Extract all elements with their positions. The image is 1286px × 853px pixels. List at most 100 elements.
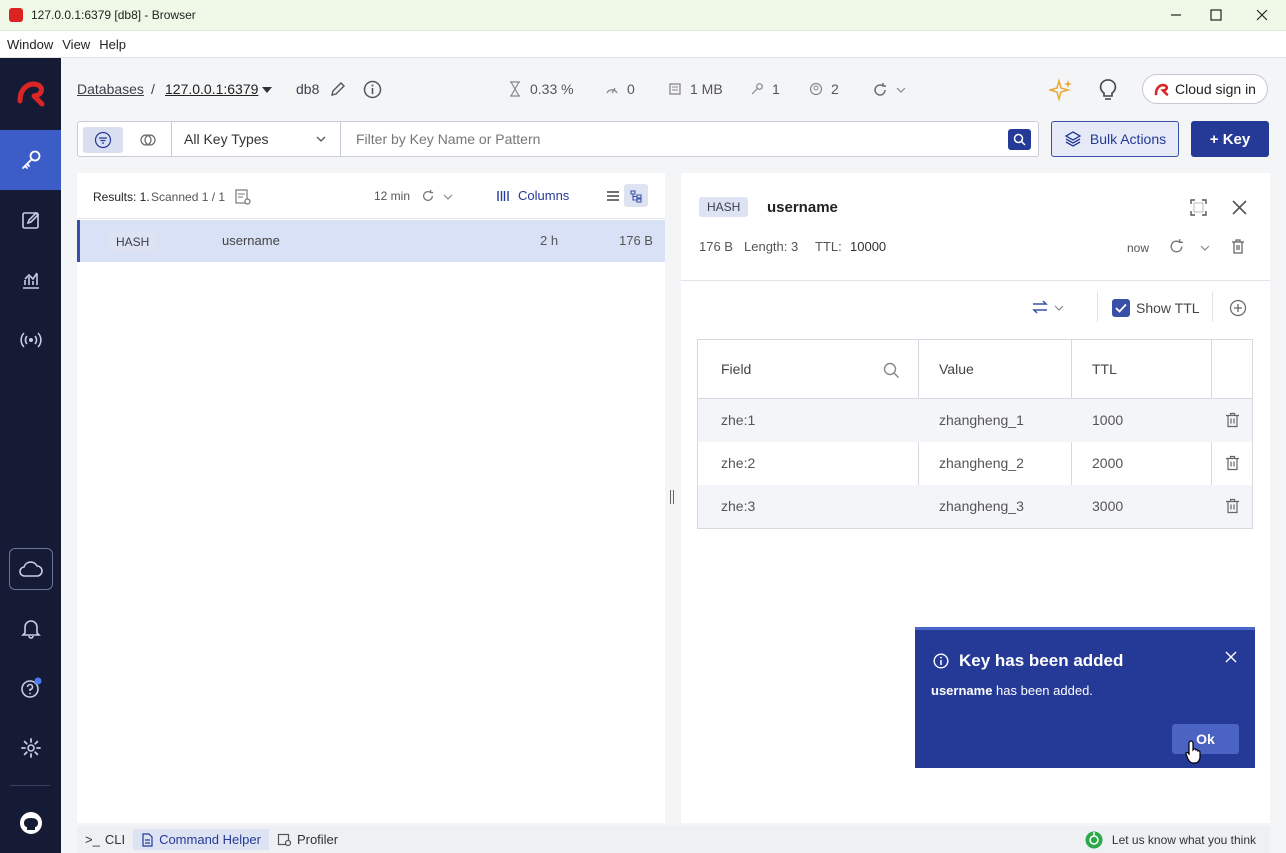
add-field-icon[interactable] xyxy=(1229,299,1247,317)
toolbar-divider xyxy=(1212,292,1213,322)
sidebar-item-cloud[interactable] xyxy=(0,539,61,599)
table-row[interactable]: zhe:1 zhangheng_1 1000 xyxy=(698,399,1252,442)
sidebar-item-workbench[interactable] xyxy=(0,190,61,250)
ok-button[interactable]: Ok xyxy=(1172,724,1239,754)
refresh-icon[interactable] xyxy=(872,82,888,98)
search-icon[interactable] xyxy=(883,362,900,379)
detail-key-name[interactable]: username xyxy=(767,199,838,216)
trash-icon[interactable] xyxy=(1225,498,1240,514)
scan-settings-icon[interactable] xyxy=(234,188,252,206)
db-index: db8 xyxy=(296,81,320,97)
chevron-down-icon[interactable] xyxy=(443,193,453,201)
columns-button[interactable]: Columns xyxy=(496,188,569,203)
menu-window[interactable]: Window xyxy=(7,37,53,52)
close-icon[interactable] xyxy=(1225,651,1237,663)
command-helper-tab[interactable]: Command Helper xyxy=(133,829,269,850)
filter-mode-toggle[interactable] xyxy=(83,127,123,153)
trash-icon[interactable] xyxy=(1225,455,1240,471)
detail-ttl-value[interactable]: 10000 xyxy=(850,239,886,254)
clients-stat: 2 xyxy=(831,81,839,97)
value-cell[interactable]: zhangheng_3 xyxy=(939,498,1024,514)
chevron-down-icon[interactable] xyxy=(261,86,273,94)
bulk-actions-button[interactable]: Bulk Actions xyxy=(1051,121,1179,157)
feedback-link[interactable]: Let us know what you think xyxy=(1077,829,1264,850)
show-ttl-label[interactable]: Show TTL xyxy=(1136,300,1200,316)
minimize-icon[interactable] xyxy=(1162,4,1190,26)
maximize-icon[interactable] xyxy=(1202,4,1230,26)
menu-help[interactable]: Help xyxy=(99,37,126,52)
sparkle-icon[interactable] xyxy=(1049,78,1073,102)
cpu-stat: 0.33 % xyxy=(530,81,574,97)
sidebar-item-browser[interactable] xyxy=(0,130,61,190)
vector-search-icon xyxy=(140,134,156,146)
show-ttl-checkbox[interactable] xyxy=(1112,299,1130,317)
layers-icon xyxy=(1064,131,1082,147)
pencil-icon[interactable] xyxy=(330,81,346,97)
ttl-cell[interactable]: 1000 xyxy=(1092,412,1123,428)
ops-icon xyxy=(606,87,618,94)
close-window-icon[interactable] xyxy=(1248,4,1276,26)
field-cell[interactable]: zhe:2 xyxy=(721,455,755,471)
tree-view-button[interactable] xyxy=(624,184,648,207)
details-divider xyxy=(681,280,1270,281)
info-icon xyxy=(933,653,949,669)
search-mode-toggle[interactable] xyxy=(128,127,168,153)
ttl-cell[interactable]: 2000 xyxy=(1092,455,1123,471)
field-cell[interactable]: zhe:1 xyxy=(721,412,755,428)
profiler-tab[interactable]: Profiler xyxy=(269,829,346,850)
format-swap-icon[interactable] xyxy=(1031,299,1049,315)
sidebar-item-analysis[interactable] xyxy=(0,250,61,310)
help-icon xyxy=(20,677,41,698)
key-type-select[interactable]: All Key Types xyxy=(171,122,341,156)
bell-icon xyxy=(20,620,41,639)
toolbar-divider xyxy=(1097,292,1098,322)
add-key-button[interactable]: + Key xyxy=(1191,121,1269,157)
value-cell[interactable]: zhangheng_1 xyxy=(939,412,1024,428)
refresh-icon[interactable] xyxy=(1168,238,1185,255)
document-icon xyxy=(142,832,153,847)
sidebar-item-pubsub[interactable] xyxy=(0,310,61,370)
table-row[interactable]: HASH username 2 h 176 B xyxy=(77,220,665,262)
profiler-icon xyxy=(277,833,292,846)
lightbulb-icon[interactable] xyxy=(1098,78,1118,102)
sidebar-item-github[interactable] xyxy=(0,793,61,853)
info-icon[interactable] xyxy=(363,80,382,99)
ttl-cell[interactable]: 3000 xyxy=(1092,498,1123,514)
chevron-down-icon[interactable] xyxy=(1200,244,1210,252)
close-icon[interactable] xyxy=(1232,200,1247,215)
sidebar-item-settings[interactable] xyxy=(0,718,61,778)
trash-icon[interactable] xyxy=(1225,412,1240,428)
breadcrumb-databases[interactable]: Databases xyxy=(77,81,144,97)
menu-view[interactable]: View xyxy=(62,37,90,52)
command-helper-label: Command Helper xyxy=(159,832,261,847)
tree-view-icon xyxy=(630,189,642,203)
memory-icon xyxy=(669,83,681,95)
redis-logo-icon[interactable] xyxy=(0,68,61,118)
value-cell[interactable]: zhangheng_2 xyxy=(939,455,1024,471)
sidebar-item-notifications[interactable] xyxy=(0,598,61,658)
refresh-icon[interactable] xyxy=(421,189,435,203)
breadcrumb-host[interactable]: 127.0.0.1:6379 xyxy=(165,81,258,97)
table-row[interactable]: zhe:3 zhangheng_3 3000 xyxy=(698,485,1252,528)
cloud-signin-button[interactable]: Cloud sign in xyxy=(1142,74,1268,104)
value-column-header[interactable]: Value xyxy=(939,361,974,377)
sidebar-item-help[interactable] xyxy=(0,658,61,718)
chart-icon xyxy=(22,272,39,289)
hand-cursor-icon xyxy=(1185,740,1201,764)
field-column-header[interactable]: Field xyxy=(721,361,751,377)
keys-icon xyxy=(751,83,763,95)
field-cell[interactable]: zhe:3 xyxy=(721,498,755,514)
key-filter-input[interactable] xyxy=(342,122,1002,156)
chevron-down-icon[interactable] xyxy=(896,86,906,94)
panel-resize-handle[interactable] xyxy=(670,490,674,504)
cli-tab[interactable]: >_ CLI xyxy=(77,829,133,850)
trash-icon[interactable] xyxy=(1230,238,1246,255)
chevron-down-icon[interactable] xyxy=(1054,304,1064,312)
cloud-signin-label: Cloud sign in xyxy=(1175,81,1256,97)
ttl-column-header[interactable]: TTL xyxy=(1092,361,1117,377)
list-view-icon[interactable] xyxy=(605,189,621,203)
search-button[interactable] xyxy=(1008,129,1031,150)
gear-icon xyxy=(20,738,41,758)
fullscreen-icon[interactable] xyxy=(1190,199,1207,216)
table-row[interactable]: zhe:2 zhangheng_2 2000 xyxy=(698,442,1252,485)
